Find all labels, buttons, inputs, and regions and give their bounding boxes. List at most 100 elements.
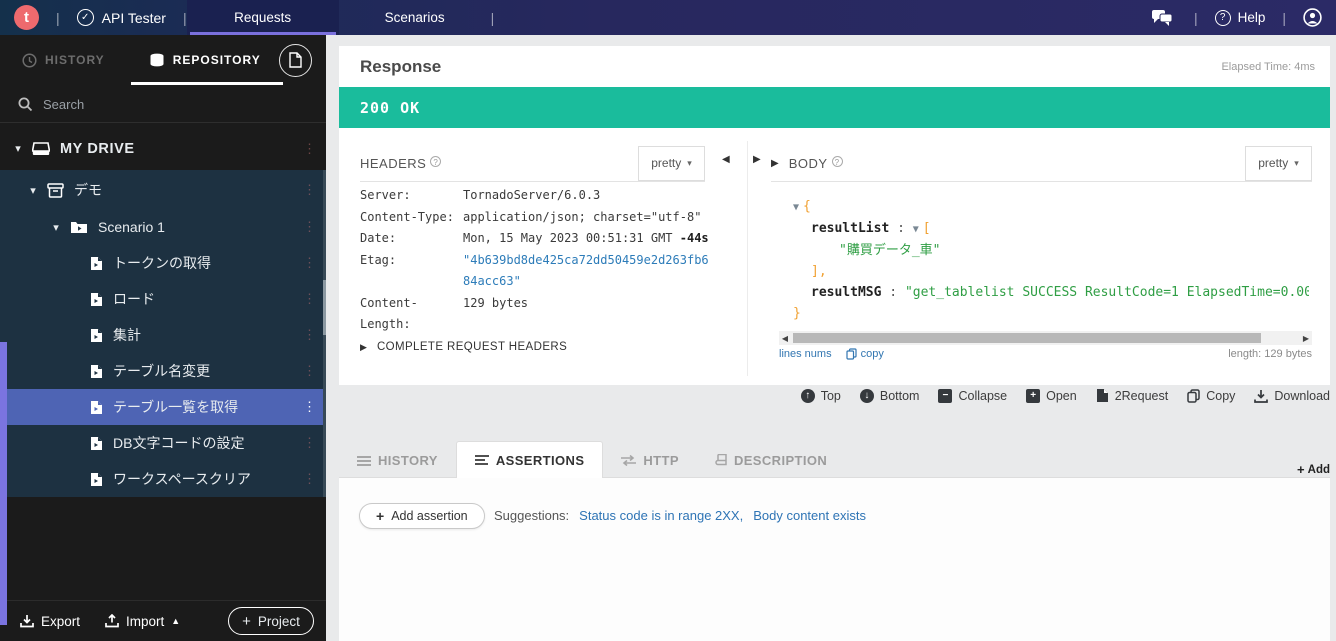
button-label: Download (1274, 388, 1330, 403)
question-icon[interactable]: ? (430, 155, 442, 167)
tab-history[interactable]: HISTORY (339, 444, 456, 477)
more-menu-icon[interactable]: ⋮ (303, 219, 316, 235)
to-request-button[interactable]: 2Request (1096, 388, 1168, 403)
chevron-down-icon[interactable]: ▾ (12, 142, 24, 155)
top-button[interactable]: ↑ Top (800, 388, 841, 403)
tab-assertions[interactable]: ASSERTIONS (455, 441, 604, 478)
collapse-left-icon[interactable]: ◀ (722, 154, 730, 165)
chevron-down-icon[interactable]: ▾ (50, 221, 62, 234)
scroll-left-icon[interactable]: ◀ (779, 334, 791, 343)
export-button[interactable]: Export (20, 614, 80, 629)
sidebar-tab-history[interactable]: HISTORY (22, 52, 105, 68)
format-value: pretty (651, 156, 682, 170)
chevron-down-icon: ▾ (1294, 157, 1299, 168)
sidebar-tab-repository[interactable]: REPOSITORY (130, 35, 283, 85)
tree-item-label: DB文字コードの設定 (113, 435, 245, 451)
project-icon (47, 182, 64, 198)
app-logo[interactable]: t (14, 5, 39, 30)
scenario-folder-icon (70, 220, 88, 234)
more-menu-icon[interactable]: ⋮ (303, 255, 316, 271)
response-headers-list: Server: TornadoServer/6.0.3 Content-Type… (360, 185, 720, 336)
more-menu-icon[interactable]: ⋮ (303, 399, 316, 415)
more-menu-icon[interactable]: ⋮ (303, 182, 316, 198)
main-content: Response Elapsed Time: 4ms 200 OK HEADER… (326, 35, 1336, 641)
arrow-up-circle-icon: ↑ (800, 388, 815, 403)
response-title: Response (360, 56, 442, 76)
suggestion-body-content-link[interactable]: Body content exists (753, 508, 866, 523)
add-tab-button[interactable]: + Add (1297, 462, 1330, 477)
tree-item-request[interactable]: テーブル名変更 ⋮ (0, 353, 326, 389)
more-menu-icon[interactable]: ⋮ (303, 363, 316, 379)
search-bar[interactable] (0, 87, 326, 123)
tree-item-request[interactable]: DB文字コードの設定 ⋮ (0, 425, 326, 461)
chevron-right-icon: ▶ (360, 342, 368, 352)
scrollbar-thumb[interactable] (793, 333, 1262, 343)
project-label: Project (257, 613, 300, 629)
more-menu-icon[interactable]: ⋮ (303, 291, 316, 307)
suggestion-status-code-link[interactable]: Status code is in range 2XX, (579, 508, 743, 523)
divider: | (1282, 9, 1286, 26)
more-menu-icon[interactable]: ⋮ (303, 327, 316, 343)
tab-requests[interactable]: Requests (186, 0, 339, 35)
body-horizontal-scrollbar[interactable]: ◀ ▶ (779, 331, 1312, 345)
expand-right-icon[interactable]: ▶ (753, 154, 761, 165)
download-button[interactable]: Download (1254, 389, 1330, 403)
tree-item-my-drive[interactable]: ▾ MY DRIVE ⋮ (0, 127, 326, 170)
add-assertion-button[interactable]: + Add assertion (359, 503, 485, 529)
tree-item-project[interactable]: ▾ デモ ⋮ (0, 172, 326, 208)
help-button[interactable]: ? Help (1214, 9, 1265, 26)
tab-description[interactable]: DESCRIPTION (697, 444, 845, 477)
tab-label: HISTORY (378, 453, 438, 468)
clock-icon (22, 52, 37, 68)
tab-http[interactable]: HTTP (603, 444, 697, 477)
chat-icon[interactable] (1151, 9, 1173, 27)
tree-item-request[interactable]: トークンの取得 ⋮ (0, 245, 326, 281)
tree-item-label: トークンの取得 (113, 255, 211, 271)
tree-item-request[interactable]: 集計 ⋮ (0, 317, 326, 353)
collapse-button[interactable]: − Collapse (938, 388, 1007, 403)
tree-item-scenario[interactable]: ▾ Scenario 1 ⋮ (0, 209, 326, 245)
search-input[interactable] (43, 97, 283, 112)
open-button[interactable]: + Open (1026, 388, 1077, 403)
request-file-icon (90, 292, 103, 307)
tree-item-label: デモ (74, 182, 102, 198)
assertions-icon (474, 455, 489, 465)
download-icon (1254, 389, 1269, 403)
time-skew-badge: -44s (679, 231, 709, 245)
bottom-button[interactable]: ↓ Bottom (859, 388, 919, 403)
copy-button[interactable]: Copy (1187, 389, 1235, 403)
more-menu-icon[interactable]: ⋮ (303, 435, 316, 451)
question-icon: ? (1214, 9, 1231, 26)
headers-format-dropdown[interactable]: pretty ▾ (638, 145, 705, 181)
copy-body-button[interactable]: copy (845, 348, 884, 360)
scroll-right-icon[interactable]: ▶ (1300, 334, 1312, 343)
tree-item-request-selected[interactable]: テーブル一覧を取得 ⋮ (0, 389, 326, 425)
tree-item-request[interactable]: ロード ⋮ (0, 281, 326, 317)
app-brand: ✓ API Tester (76, 9, 166, 26)
new-project-button[interactable]: + Project (228, 607, 314, 635)
more-menu-icon[interactable]: ⋮ (303, 471, 316, 487)
format-value: pretty (1258, 156, 1289, 170)
more-menu-icon[interactable]: ⋮ (303, 141, 316, 157)
lines-nums-toggle[interactable]: lines nums (779, 348, 832, 360)
export-label: Export (41, 613, 81, 629)
chevron-down-icon[interactable]: ▾ (27, 184, 39, 197)
complete-request-headers-toggle[interactable]: ▶ COMPLETE REQUEST HEADERS (360, 341, 567, 353)
question-icon[interactable]: ? (831, 155, 843, 167)
tree-item-request[interactable]: ワークスペースクリア ⋮ (0, 461, 326, 497)
account-icon[interactable] (1303, 8, 1322, 27)
tab-scenarios[interactable]: Scenarios (339, 0, 491, 35)
body-format-dropdown[interactable]: pretty ▾ (1245, 145, 1312, 181)
collapse-body-icon[interactable]: ▶ (771, 158, 779, 169)
sidebar-footer: Export Import ▲ + Project (0, 600, 326, 641)
chevron-down-icon[interactable]: ▼ (913, 224, 919, 235)
chevron-down-icon[interactable]: ▼ (793, 202, 799, 213)
sidebar-scrollbar[interactable] (323, 170, 326, 497)
import-label: Import (126, 613, 165, 629)
import-button[interactable]: Import ▲ (105, 614, 180, 629)
etag-value[interactable]: "4b639bd8de425ca72dd50459e2d263fb684acc6… (463, 250, 713, 293)
search-icon (18, 97, 33, 112)
chevron-down-icon: ▾ (687, 157, 692, 168)
new-file-button[interactable] (279, 43, 312, 77)
download-icon (20, 615, 34, 628)
